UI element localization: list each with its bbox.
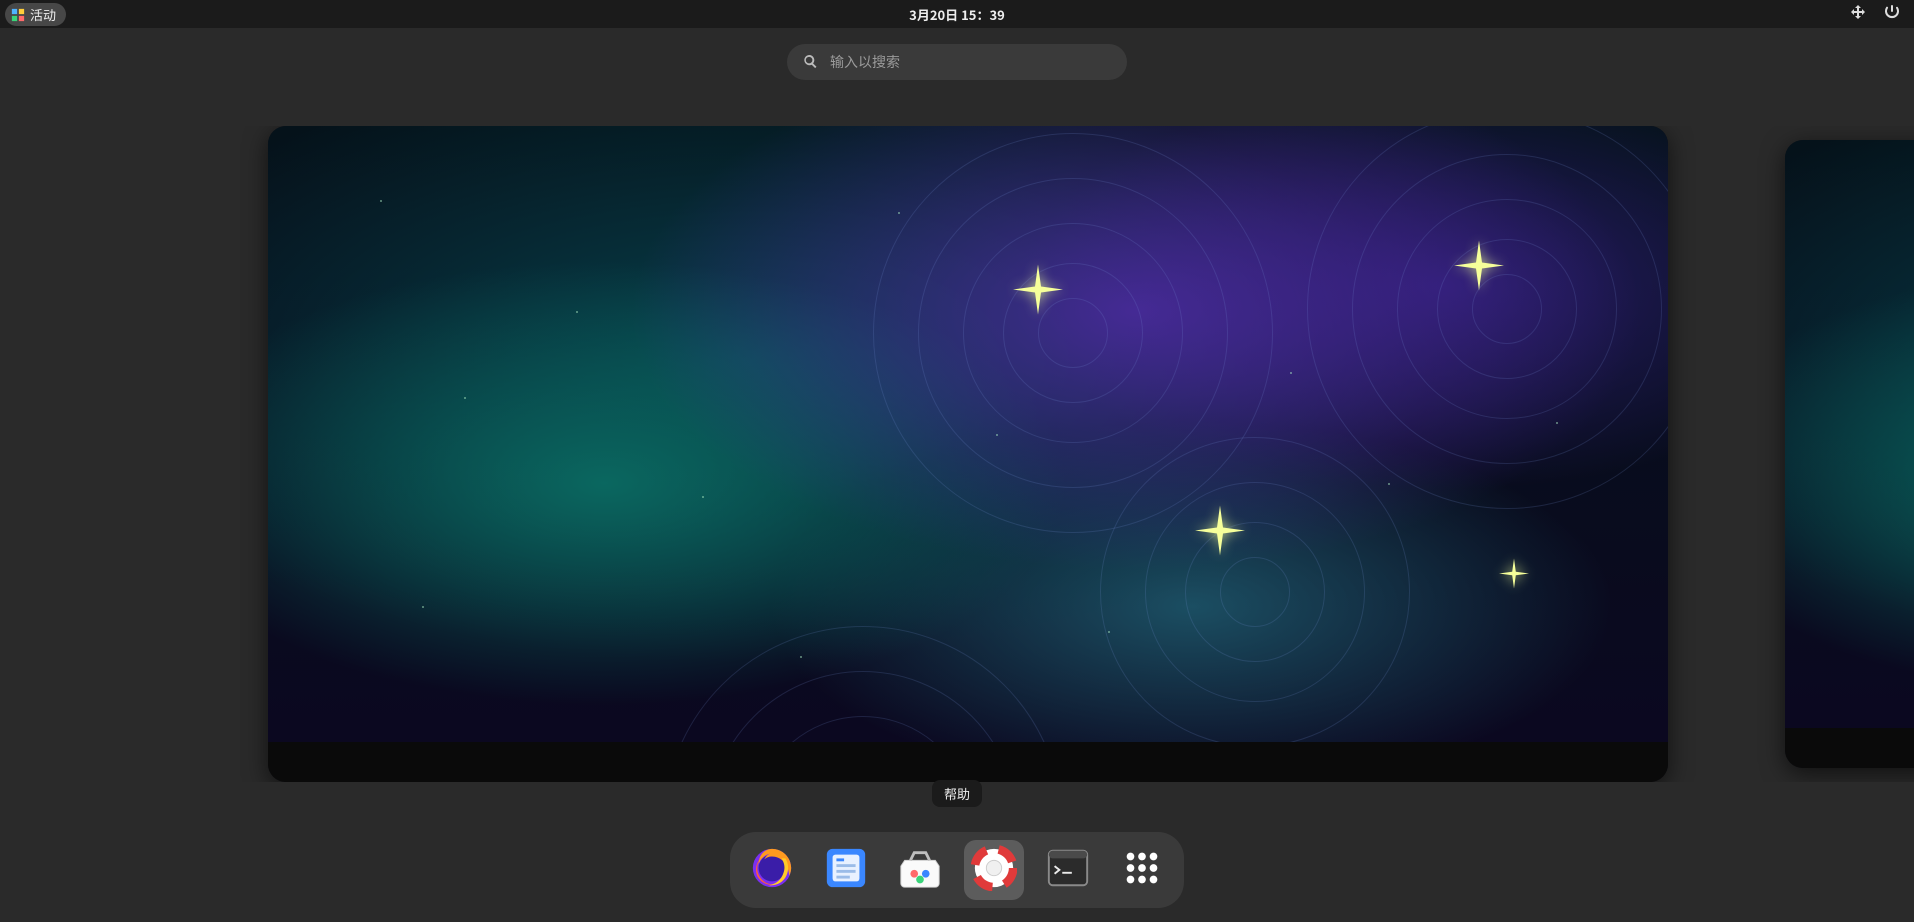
tooltip-label: 帮助 [944,784,970,803]
power-icon[interactable] [1884,4,1900,24]
workspace-thumbnail-1[interactable] [268,126,1668,782]
dash-app-firefox[interactable] [742,840,802,900]
app-grid-icon [1119,845,1165,896]
system-status-area[interactable] [1850,0,1914,28]
clock[interactable]: 3月20日 15：39 [909,5,1005,24]
firefox-icon [749,845,795,896]
search-icon [803,50,818,74]
wallpaper [1785,140,1914,728]
top-bar: 活动 3月20日 15：39 [0,0,1914,28]
software-center-icon [897,845,943,896]
terminal-icon [1045,845,1091,896]
workspaces-overview [0,126,1914,782]
dash-app-help[interactable] [964,840,1024,900]
workspace-footer [1785,728,1914,768]
activities-label: 活动 [30,5,56,24]
dash [730,832,1184,908]
dash-tooltip: 帮助 [932,780,982,807]
activities-icon [11,7,25,21]
workspace-footer [268,742,1668,782]
dash-app-task-manager[interactable] [816,840,876,900]
activities-button[interactable]: 活动 [5,3,66,26]
workspace-thumbnail-2[interactable] [1785,140,1914,768]
dash-show-apps[interactable] [1112,840,1172,900]
network-icon[interactable] [1850,4,1866,24]
search-input[interactable] [830,54,1111,70]
search-bar[interactable] [787,44,1127,80]
wallpaper [268,126,1668,742]
dash-app-terminal[interactable] [1038,840,1098,900]
task-manager-icon [823,845,869,896]
help-icon [971,845,1017,896]
dash-app-software[interactable] [890,840,950,900]
